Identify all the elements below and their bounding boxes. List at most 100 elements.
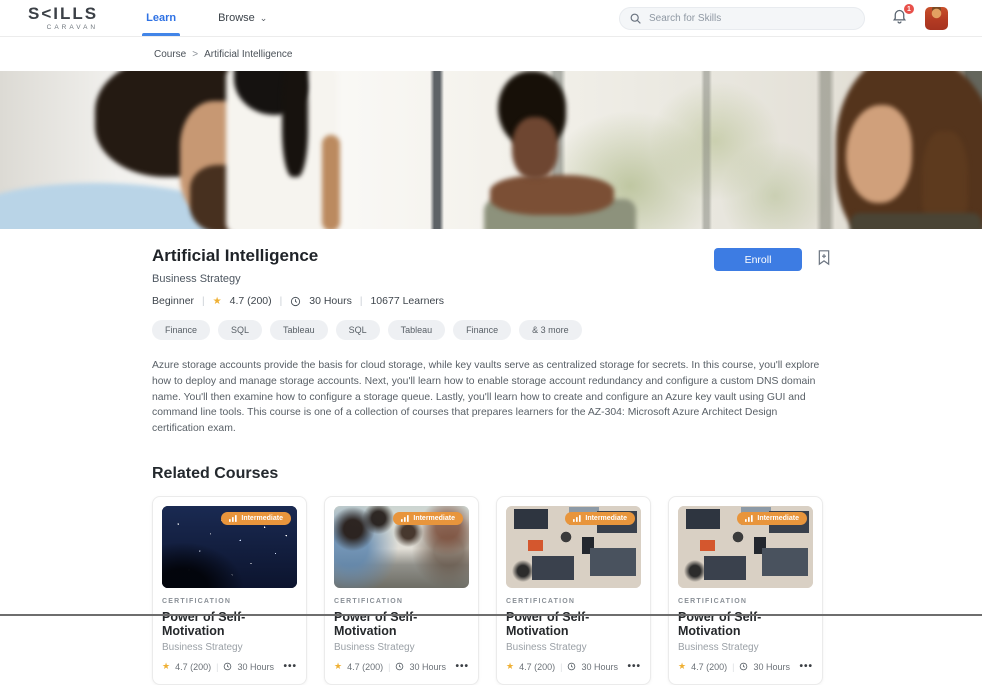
clock-icon [223,662,232,671]
clock-icon [395,662,404,671]
brand-logo-tagline: CARAVAN [47,24,98,31]
course-card-meta: ★ 4.7 (200) | 30 Hours ••• [678,661,813,672]
breadcrumb-bar: Course > Artificial Intelligence [0,37,982,71]
chevron-down-icon: ⌄ [260,13,268,24]
level-badge-label: Intermediate [413,515,455,522]
tag-pill[interactable]: Tableau [270,320,328,340]
search-input[interactable] [619,7,865,30]
level-badge: Intermediate [393,512,463,525]
star-icon: ★ [678,661,686,672]
course-learners: 10677 Learners [370,295,444,307]
course-card-meta: ★ 4.7 (200) | 30 Hours ••• [506,661,641,672]
course-rating: 4.7 (200) [230,295,272,307]
course-card-image: Intermediate [334,506,469,588]
course-duration: 30 Hours [309,295,352,307]
hero-figure [490,175,614,215]
tag-pill[interactable]: SQL [336,320,380,340]
meta-separator: | [388,662,390,672]
course-meta: Beginner | ★ 4.7 (200) | 30 Hours | 1067… [152,295,444,307]
search-bar [619,7,865,30]
clock-icon [290,296,301,307]
course-card-image: Intermediate [678,506,813,588]
course-card-duration: 30 Hours [237,662,274,672]
course-description: Azure storage accounts provide the basis… [152,358,832,437]
course-level: Beginner [152,295,194,307]
course-card[interactable]: Intermediate CERTIFICATION Power of Self… [668,496,823,685]
clock-icon [739,662,748,671]
course-tags: Finance SQL Tableau SQL Tableau Finance … [152,320,832,340]
tag-pill[interactable]: Tableau [388,320,446,340]
course-card[interactable]: Intermediate CERTIFICATION Power of Self… [324,496,479,685]
course-header: Artificial Intelligence Business Strateg… [152,246,444,307]
breadcrumb: Course > Artificial Intelligence [154,49,292,60]
brand-logo-text: S<ILLS [28,5,98,22]
course-card-image: Intermediate [162,506,297,588]
more-options-icon[interactable]: ••• [283,661,297,672]
notification-badge: 1 [903,3,915,15]
tag-pill[interactable]: Finance [453,320,511,340]
level-bars-icon [573,515,581,522]
search-icon [629,12,642,25]
tag-more-pill[interactable]: & 3 more [519,320,582,340]
level-bars-icon [745,515,753,522]
course-card-duration: 30 Hours [581,662,618,672]
enroll-button[interactable]: Enroll [714,248,802,271]
course-card-category: Business Strategy [678,642,813,653]
level-bars-icon [229,515,237,522]
level-badge: Intermediate [221,512,291,525]
related-courses-list: Intermediate CERTIFICATION Power of Self… [152,496,832,685]
nav-item-learn-label: Learn [146,12,176,24]
course-card-duration: 30 Hours [753,662,790,672]
course-card-rating: 4.7 (200) [347,662,383,672]
course-card-category: Business Strategy [162,642,297,653]
meta-separator: | [360,296,363,307]
more-options-icon[interactable]: ••• [799,661,813,672]
nav-item-browse-label: Browse [218,12,255,24]
footer-divider [0,614,982,616]
hero-figure [846,105,912,203]
course-card[interactable]: Intermediate CERTIFICATION Power of Self… [496,496,651,685]
course-card-rating: 4.7 (200) [175,662,211,672]
course-card-category: Business Strategy [334,642,469,653]
page-title: Artificial Intelligence [152,246,444,266]
meta-separator: | [202,296,205,307]
star-icon: ★ [334,661,342,672]
course-card[interactable]: Intermediate CERTIFICATION Power of Self… [152,496,307,685]
brand-logo[interactable]: S<ILLS CARAVAN [28,0,98,36]
course-type-label: CERTIFICATION [334,598,469,605]
hero-image [0,71,982,229]
course-card-meta: ★ 4.7 (200) | 30 Hours ••• [334,661,469,672]
course-card-meta: ★ 4.7 (200) | 30 Hours ••• [162,661,297,672]
meta-separator: | [280,296,283,307]
meta-separator: | [560,662,562,672]
tag-pill[interactable]: Finance [152,320,210,340]
level-badge: Intermediate [565,512,635,525]
user-avatar[interactable] [925,7,948,30]
course-card-rating: 4.7 (200) [691,662,727,672]
hero-figure [850,213,982,229]
meta-separator: | [732,662,734,672]
top-navbar: S<ILLS CARAVAN Learn Browse ⌄ 1 [0,0,982,37]
more-options-icon[interactable]: ••• [455,661,469,672]
level-badge-label: Intermediate [585,515,627,522]
tag-pill[interactable]: SQL [218,320,262,340]
more-options-icon[interactable]: ••• [627,661,641,672]
level-badge-label: Intermediate [757,515,799,522]
bookmark-add-button[interactable] [816,248,832,270]
star-icon: ★ [213,296,222,307]
course-card-duration: 30 Hours [409,662,446,672]
course-type-label: CERTIFICATION [162,598,297,605]
related-courses-heading: Related Courses [152,465,832,483]
hero-figure [322,135,340,229]
level-bars-icon [401,515,409,522]
level-badge: Intermediate [737,512,807,525]
nav-item-learn[interactable]: Learn [142,0,180,36]
course-actions: Enroll [714,246,832,307]
nav-item-browse[interactable]: Browse ⌄ [214,0,271,36]
clock-icon [567,662,576,671]
hero-figure [512,117,558,179]
course-type-label: CERTIFICATION [678,598,813,605]
notifications-button[interactable]: 1 [891,7,908,29]
breadcrumb-separator: > [192,49,198,60]
breadcrumb-course-link[interactable]: Course [154,49,186,60]
